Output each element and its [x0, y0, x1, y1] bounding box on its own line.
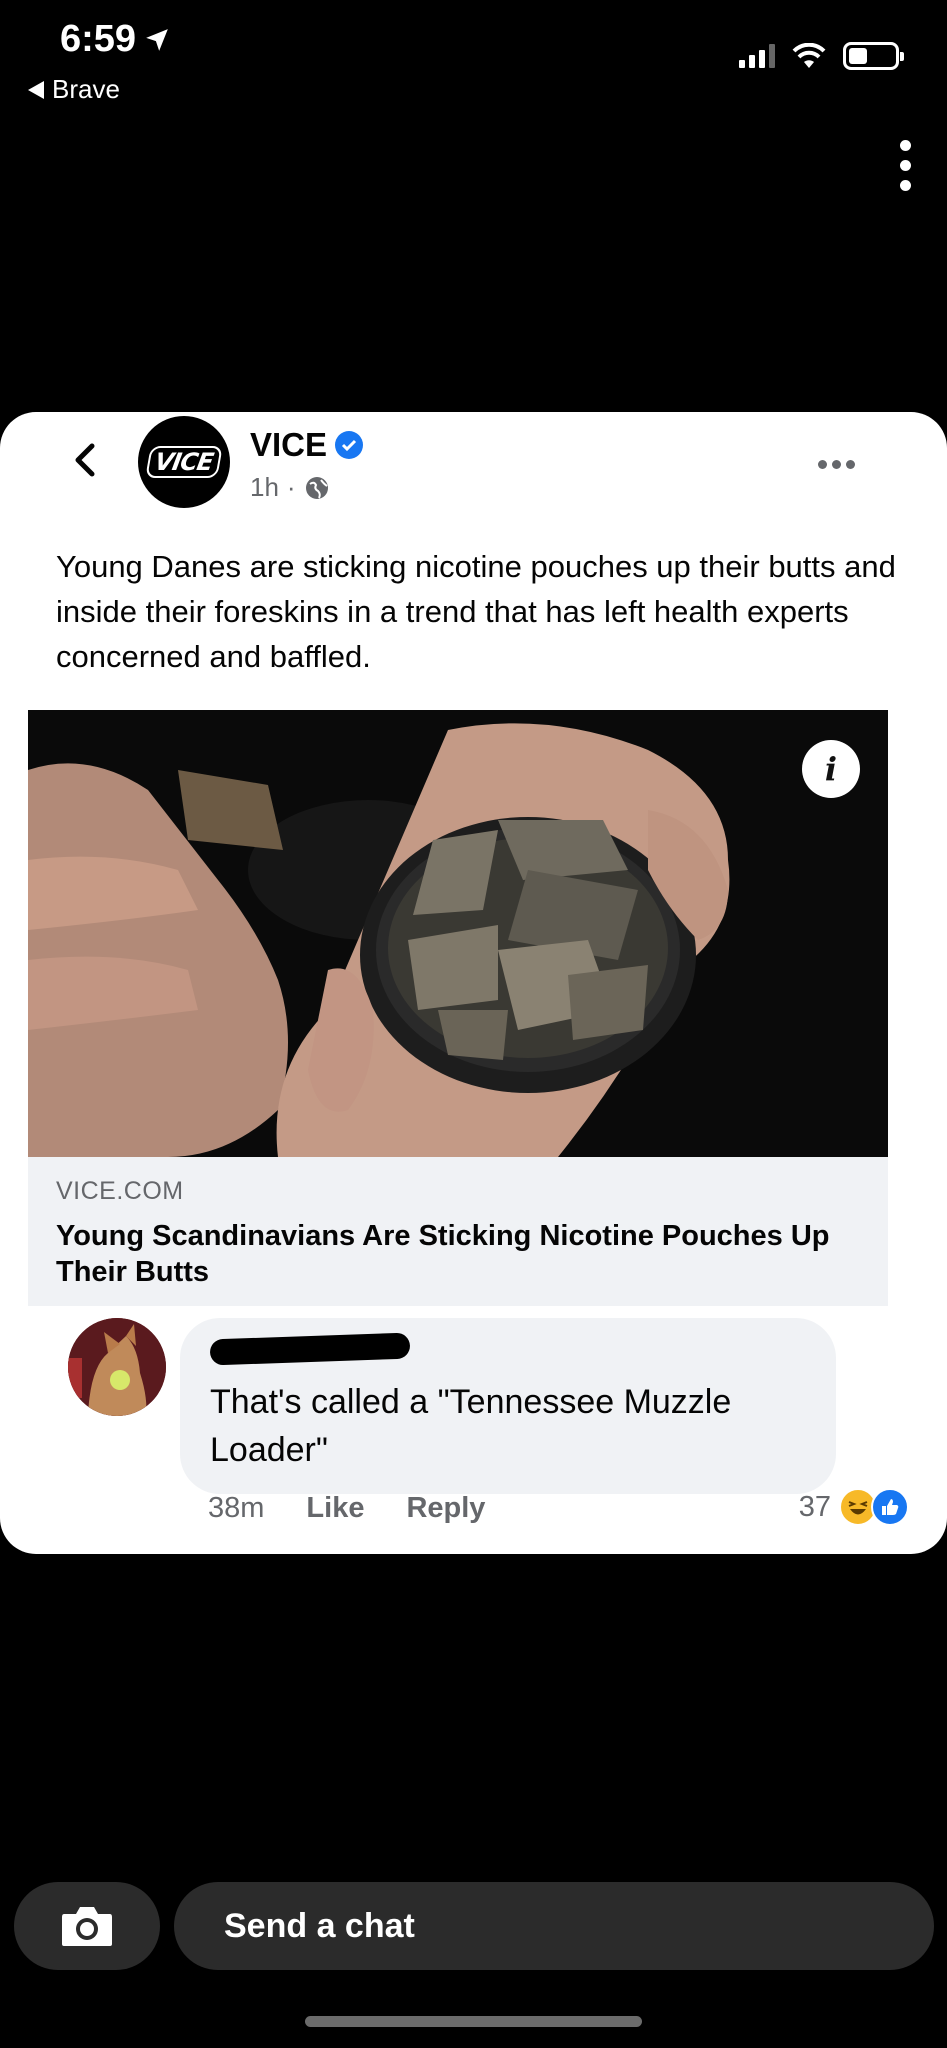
comment-reactions[interactable]: 37	[799, 1488, 909, 1526]
signal-icon	[739, 44, 775, 68]
back-app-label: Brave	[52, 74, 120, 104]
more-horizontal-icon[interactable]	[818, 460, 855, 469]
like-reaction-icon	[871, 1488, 909, 1526]
globe-icon	[305, 476, 328, 499]
post-text: Young Danes are sticking nicotine pouche…	[56, 549, 896, 674]
facebook-post-card: VICE VICE 1h · Young Danes are sticking …	[0, 412, 947, 1554]
link-preview-image[interactable]: i	[28, 710, 888, 1157]
back-triangle-icon	[28, 80, 44, 99]
link-preview[interactable]: i VICE.COM Young Scandinavians Are Stick…	[28, 710, 888, 1306]
verified-badge-icon	[335, 431, 364, 459]
info-icon: i	[824, 750, 838, 788]
comment-time: 38m	[208, 1492, 265, 1524]
commenter-avatar-photo	[68, 1318, 166, 1416]
page-name-label: VICE	[250, 426, 328, 463]
location-arrow-icon	[146, 28, 168, 51]
vice-logo: VICE	[145, 446, 223, 478]
wifi-icon	[792, 43, 826, 68]
comment-like-button[interactable]: Like	[306, 1492, 364, 1525]
comment-actions: 38m Like Reply	[208, 1492, 485, 1525]
back-to-app-button[interactable]: Brave	[28, 74, 120, 105]
comment-bubble[interactable]: That's called a "Tennessee Muzzle Loader…	[180, 1318, 836, 1494]
chevron-left-icon[interactable]	[64, 438, 108, 482]
status-time: 6:59	[60, 18, 170, 61]
status-indicators	[739, 42, 904, 70]
comment-text: That's called a "Tennessee Muzzle Loader…	[210, 1383, 732, 1469]
battery-icon	[843, 42, 904, 70]
chat-placeholder: Send a chat	[224, 1906, 415, 1945]
post-time: 1h	[250, 472, 279, 502]
page-name[interactable]: VICE	[250, 426, 364, 464]
comment-reply-button[interactable]: Reply	[406, 1492, 485, 1525]
info-button[interactable]: i	[802, 740, 860, 798]
post-meta: 1h ·	[250, 472, 330, 503]
home-indicator[interactable]	[305, 2016, 642, 2027]
link-title: Young Scandinavians Are Sticking Nicotin…	[56, 1220, 830, 1288]
more-vertical-icon[interactable]	[900, 140, 911, 191]
nicotine-tin-photo	[28, 710, 888, 1157]
redacted-commenter-name	[209, 1332, 411, 1366]
camera-icon	[62, 1907, 112, 1946]
meta-separator: ·	[286, 472, 296, 502]
link-domain: VICE.COM	[56, 1177, 184, 1205]
reaction-count: 37	[798, 1490, 831, 1523]
page-avatar[interactable]: VICE	[138, 416, 230, 508]
commenter-avatar[interactable]	[68, 1318, 166, 1416]
send-chat-input[interactable]: Send a chat	[174, 1882, 934, 1970]
link-preview-footer[interactable]: VICE.COM Young Scandinavians Are Stickin…	[28, 1157, 888, 1306]
clock-time: 6:59	[60, 18, 137, 60]
camera-button[interactable]	[14, 1882, 160, 1970]
